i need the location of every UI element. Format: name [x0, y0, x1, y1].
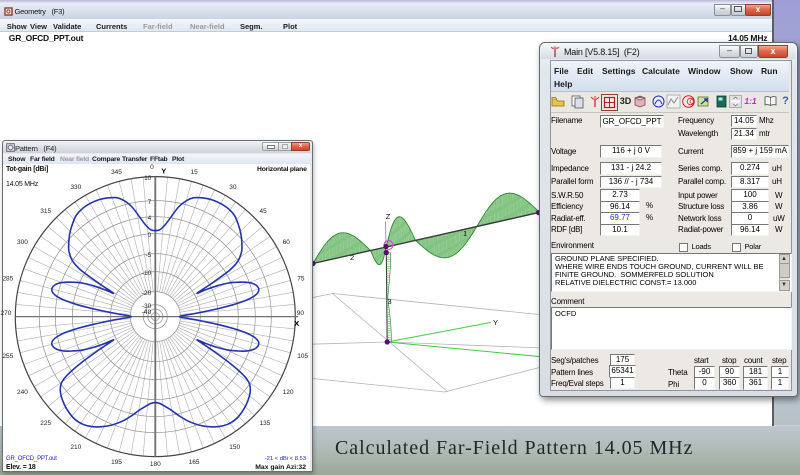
- svg-text:330: 330: [70, 184, 81, 191]
- svg-text:10: 10: [144, 175, 152, 182]
- svg-text:135: 135: [260, 420, 271, 427]
- svg-text:Z: Z: [386, 212, 391, 221]
- svg-text:Y: Y: [493, 318, 498, 327]
- svg-text:3: 3: [388, 297, 392, 306]
- svg-text:60: 60: [283, 239, 291, 246]
- svg-text:-40: -40: [142, 309, 152, 316]
- svg-text:300: 300: [17, 239, 28, 246]
- svg-text:90: 90: [297, 310, 305, 317]
- svg-text:105: 105: [297, 353, 308, 360]
- svg-text:2: 2: [350, 253, 354, 262]
- svg-text:180: 180: [150, 461, 161, 468]
- svg-text:4: 4: [148, 215, 152, 222]
- svg-text:240: 240: [17, 389, 28, 396]
- svg-text:30: 30: [229, 184, 237, 191]
- svg-text:195: 195: [111, 459, 122, 466]
- svg-text:150: 150: [229, 444, 240, 451]
- svg-text:75: 75: [297, 275, 305, 282]
- svg-text:165: 165: [189, 459, 200, 466]
- svg-text:-10: -10: [142, 270, 152, 277]
- svg-text:0: 0: [148, 232, 152, 239]
- svg-text:X: X: [294, 319, 299, 328]
- svg-text:270: 270: [1, 310, 12, 317]
- svg-text:285: 285: [2, 275, 13, 282]
- svg-text:Y: Y: [161, 167, 166, 176]
- svg-text:345: 345: [111, 169, 122, 176]
- svg-text:255: 255: [2, 353, 13, 360]
- svg-text:225: 225: [40, 420, 51, 427]
- svg-text:-20: -20: [142, 290, 152, 297]
- svg-text:7: 7: [148, 199, 152, 206]
- svg-text:120: 120: [283, 389, 294, 396]
- svg-text:-5: -5: [146, 252, 152, 259]
- svg-text:315: 315: [40, 208, 51, 215]
- svg-text:0: 0: [150, 164, 154, 171]
- svg-text:1: 1: [463, 229, 467, 238]
- svg-text:210: 210: [70, 444, 81, 451]
- svg-text:45: 45: [260, 208, 268, 215]
- svg-text:15: 15: [190, 169, 198, 176]
